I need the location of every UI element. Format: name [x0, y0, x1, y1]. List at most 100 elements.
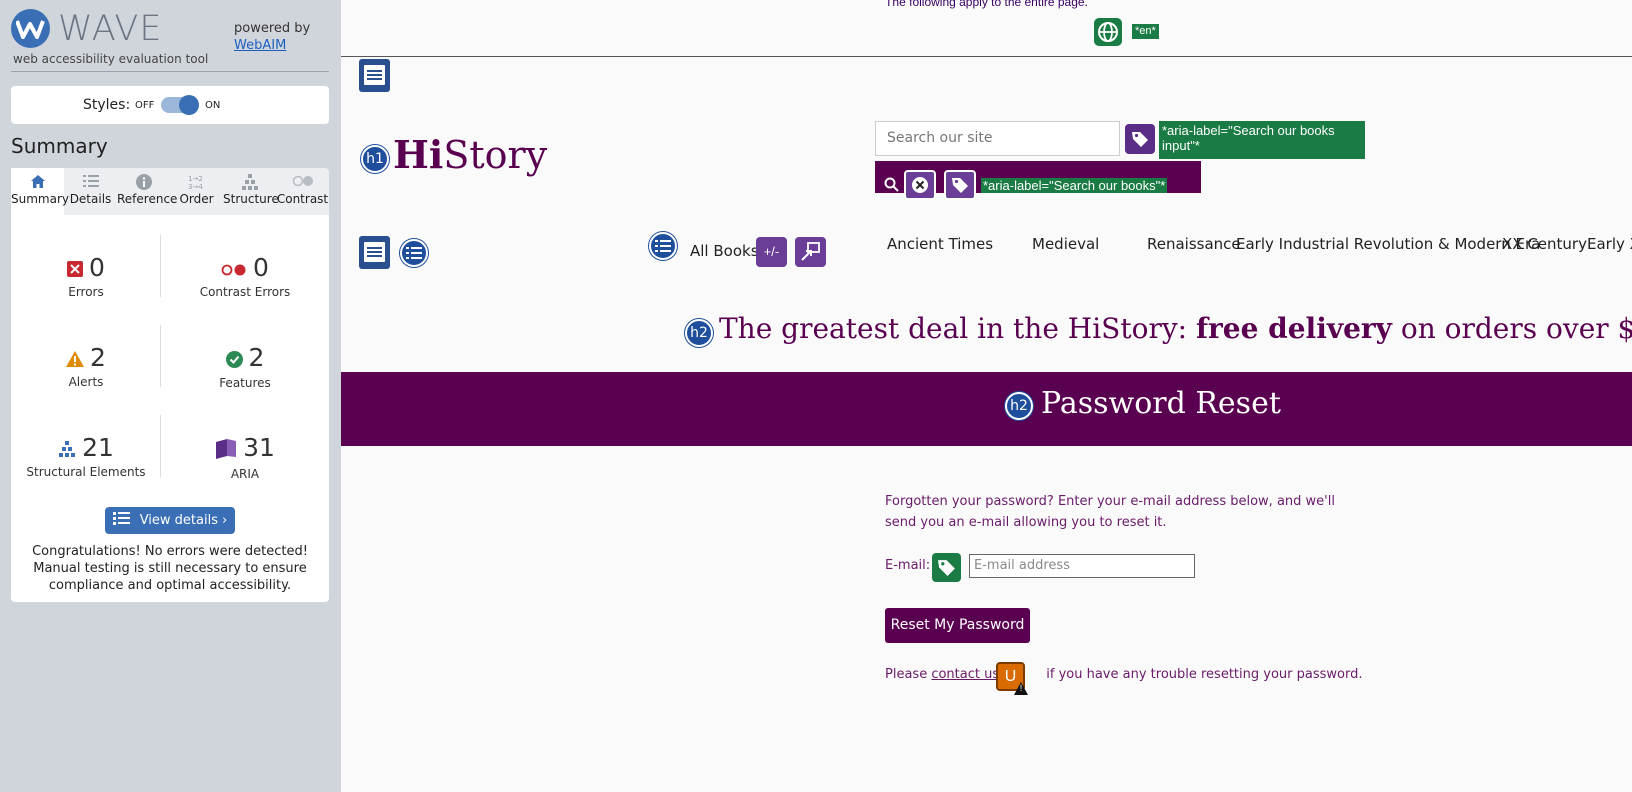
search-bar: *aria-label="Search our books"* — [875, 161, 1201, 200]
stat-value: 31 — [243, 433, 275, 462]
instructions-text: Forgotten your password? Enter your e-ma… — [885, 494, 1335, 530]
nav-item-ancient-times[interactable]: Ancient Times — [887, 235, 993, 253]
expanded-toggle-icon[interactable]: +/- — [756, 237, 787, 267]
logo-bold-text: Hi — [393, 132, 444, 177]
contrast-error-icon — [221, 263, 247, 281]
h1-badge-icon[interactable]: h1 — [361, 145, 389, 173]
error-icon — [67, 261, 84, 282]
tab-contrast[interactable]: Contrast — [276, 168, 329, 215]
nav-region-icon[interactable] — [359, 236, 390, 269]
promo-headline: The greatest deal in the HiStory: free d… — [719, 312, 1632, 345]
form-label-icon[interactable] — [932, 553, 961, 582]
stat-errors[interactable]: 0 Errors — [11, 253, 161, 299]
tab-label: Summary — [11, 192, 69, 206]
page-viewport: The following apply to the entire page. … — [341, 0, 1632, 792]
nav-item-industrial[interactable]: Early Industrial Revolution & Modern Era — [1236, 235, 1540, 253]
tab-details[interactable]: Details — [64, 168, 117, 215]
stat-features[interactable]: 2 Features — [161, 343, 329, 390]
h2-badge-icon[interactable]: h2 — [1005, 392, 1033, 420]
stat-value: 0 — [89, 253, 105, 282]
header-region-icon[interactable] — [359, 59, 390, 92]
svg-text:1→2: 1→2 — [188, 175, 203, 183]
nav-all-books[interactable]: All Books — [690, 242, 759, 260]
nav-item-xx-century[interactable]: XX Century — [1502, 235, 1587, 253]
congrats-message: Congratulations! No errors were detected… — [32, 544, 308, 593]
help-text-pre: Please — [885, 667, 932, 682]
stat-label: Errors — [68, 285, 104, 300]
svg-text:3→4: 3→4 — [188, 183, 203, 190]
view-details-label: View details › — [139, 513, 228, 528]
popup-icon[interactable] — [795, 237, 826, 267]
language-icon[interactable] — [1094, 18, 1122, 46]
list-icon[interactable] — [649, 232, 677, 260]
order-icon: 1→2 3→4 — [170, 168, 223, 192]
nav-item-medieval[interactable]: Medieval — [1032, 235, 1099, 253]
stat-alerts[interactable]: 2 Alerts — [11, 343, 161, 389]
headline-bold: free delivery — [1195, 312, 1392, 345]
headline-text: on orders over $ 39! — [1400, 312, 1632, 345]
list-icon — [64, 168, 117, 192]
logo-rest-text: Story — [443, 133, 548, 177]
tab-reference[interactable]: Reference — [117, 168, 178, 215]
aria-label-search-button: *aria-label="Search our books"* — [981, 178, 1168, 193]
styles-panel: Styles: OFF ON — [11, 86, 329, 124]
tab-label: Structure — [223, 192, 279, 206]
page-wide-note: The following apply to the entire page. — [885, 0, 1088, 9]
reset-password-button[interactable]: Reset My Password — [885, 608, 1030, 643]
page-title: Password Reset — [1041, 386, 1281, 421]
tab-summary[interactable]: Summary — [11, 168, 69, 215]
wave-subtitle: web accessibility evaluation tool — [13, 52, 209, 66]
aria-label-tag-icon[interactable] — [1125, 124, 1155, 154]
wave-sidebar: WAVE web accessibility evaluation tool p… — [0, 0, 341, 792]
divider — [11, 71, 329, 72]
powered-by: powered by — [234, 21, 311, 36]
info-icon — [117, 168, 170, 192]
styles-label: Styles: — [83, 97, 131, 113]
tab-structure[interactable]: Structure — [223, 168, 279, 215]
stat-value: 0 — [253, 253, 269, 282]
search-icon[interactable] — [884, 177, 900, 193]
underline-alert-icon[interactable]: U — [996, 662, 1025, 691]
stat-aria[interactable]: 31 ARIA — [161, 433, 329, 481]
wave-tabs: Summary Details Reference 1→2 3→4 Order S… — [11, 168, 329, 215]
list-icon[interactable] — [400, 239, 428, 267]
stat-label: Contrast Errors — [199, 285, 291, 299]
tab-label: Order — [179, 192, 214, 206]
language-tag: *en* — [1132, 24, 1159, 39]
help-text-post: if you have any trouble resetting your p… — [1042, 667, 1363, 682]
styles-off-label: OFF — [135, 100, 155, 111]
summary-heading: Summary — [11, 134, 108, 158]
alert-icon — [66, 351, 85, 372]
tab-label: Details — [69, 192, 112, 206]
webaim-link[interactable]: WebAIM — [234, 38, 286, 53]
list-icon — [112, 512, 130, 525]
search-input[interactable]: Search our site — [875, 121, 1120, 156]
stat-label: Structural Elements — [26, 465, 146, 480]
feature-check-icon — [225, 350, 243, 373]
styles-on-label: ON — [205, 100, 221, 111]
nav-item-renaissance[interactable]: Renaissance — [1147, 235, 1241, 253]
aria-icon — [215, 439, 237, 464]
contact-us-link[interactable]: contact us — [931, 667, 999, 682]
structure-icon — [58, 441, 76, 462]
email-label: E-mail: — [885, 558, 931, 573]
headline-text: The greatest deal in the HiStory: — [719, 312, 1196, 345]
tab-order[interactable]: 1→2 3→4 Order — [170, 168, 223, 215]
stat-contrast-errors[interactable]: 0 Contrast Errors — [161, 253, 329, 299]
styles-toggle[interactable] — [161, 95, 199, 115]
stat-structural[interactable]: 21 Structural Elements — [11, 433, 161, 479]
site-logo[interactable]: HiStory — [393, 132, 547, 177]
wave-logo-icon — [11, 9, 50, 48]
close-x-icon[interactable] — [904, 170, 936, 200]
aria-label-tag-icon[interactable] — [944, 170, 976, 200]
summary-panel: 0 Errors 0 Contrast Errors 2 Alerts 2 Fe… — [11, 215, 329, 602]
tab-label: Reference — [117, 192, 178, 206]
wave-title: WAVE — [58, 9, 163, 49]
help-text: Please contact us if you have any troubl… — [885, 667, 1362, 682]
nav-item-early-xx[interactable]: Early XX — [1587, 235, 1632, 253]
page-banner — [341, 372, 1632, 446]
email-field[interactable]: E-mail address — [969, 554, 1195, 578]
structure-icon — [223, 168, 276, 192]
h2-badge-icon[interactable]: h2 — [685, 319, 713, 347]
view-details-button[interactable]: View details › — [105, 507, 235, 534]
